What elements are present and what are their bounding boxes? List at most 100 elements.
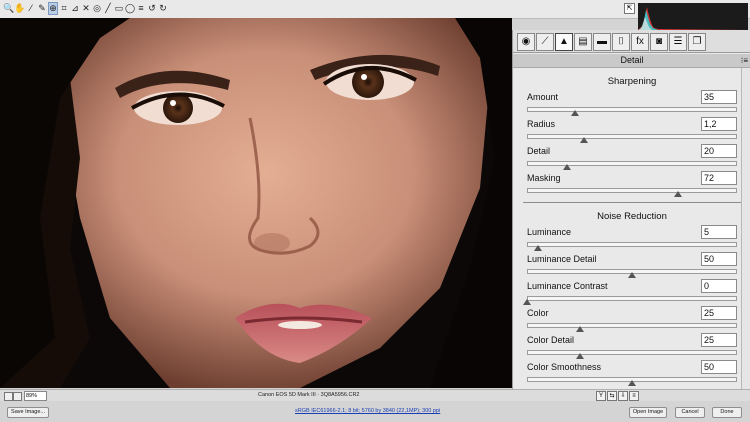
portrait-photo [0, 18, 512, 388]
amount-control: Amount 35 [527, 90, 737, 118]
masking-slider-thumb[interactable] [674, 191, 683, 197]
luminance-contrast-value-field[interactable]: 0 [701, 279, 737, 293]
color-sampler-tool-icon[interactable]: ✎ [37, 2, 47, 15]
tab-tone-curve-icon[interactable]: ⟋ [536, 33, 554, 51]
preferences-icon[interactable]: ≡ [136, 2, 146, 15]
section-divider [523, 202, 741, 203]
radius-slider-thumb[interactable] [579, 137, 588, 143]
panel-tab-strip: ◉ ⟋ ▲ ▤ ▬ ⌷ fx ◙ ☰ ❐ [513, 30, 750, 53]
panel-menu-icon[interactable]: ⁝≡ [741, 54, 748, 67]
color-slider-thumb[interactable] [575, 326, 584, 332]
radius-value-field[interactable]: 1,2 [701, 117, 737, 131]
before-after-icon[interactable]: Y [596, 391, 606, 401]
open-image-button[interactable]: Open Image [629, 407, 667, 418]
save-image-button[interactable]: Save Image... [7, 407, 49, 418]
zoom-tool-icon[interactable]: 🔍 [3, 2, 14, 15]
histogram [638, 3, 748, 30]
panel-title: Detail ⁝≡ [513, 54, 750, 68]
rotate-cw-icon[interactable]: ↻ [158, 2, 168, 15]
color-detail-slider-track[interactable] [527, 350, 737, 355]
color-detail-value-field[interactable]: 25 [701, 333, 737, 347]
color-detail-slider-thumb[interactable] [575, 353, 584, 359]
tab-detail-icon[interactable]: ▲ [555, 33, 573, 51]
zoom-out-icon[interactable] [4, 392, 13, 401]
zoom-in-icon[interactable] [13, 392, 22, 401]
color-slider-track[interactable] [527, 323, 737, 328]
luminance-contrast-control: Luminance Contrast 0 [523, 279, 737, 307]
toggle-settings-icon[interactable]: ≡ [629, 391, 639, 401]
luminance-slider-thumb[interactable] [533, 245, 542, 251]
panel-scrollbar[interactable] [741, 68, 750, 392]
bottom-bar: Save Image... sRGB IEC61966-2.1; 8 bit; … [0, 401, 750, 422]
adjustment-brush-icon[interactable]: ╱ [103, 2, 113, 15]
targeted-adjustment-tool-icon[interactable]: ⊕ [48, 2, 58, 15]
luminance-detail-value-field[interactable]: 50 [701, 252, 737, 266]
white-balance-tool-icon[interactable]: ⁄ [26, 2, 36, 15]
luminance-value-field[interactable]: 5 [701, 225, 737, 239]
color-value-field[interactable]: 25 [701, 306, 737, 320]
luminance-label: Luminance [527, 227, 572, 237]
radius-slider-track[interactable] [527, 134, 737, 139]
color-label: Color [527, 308, 549, 318]
status-bar: 89% Canon EOS 5D Mark III · 3Q8A5956.CR2… [0, 389, 750, 401]
panel-title-text: Detail [620, 55, 644, 65]
hand-tool-icon[interactable]: ✋ [14, 2, 25, 15]
masking-value-field[interactable]: 72 [701, 171, 737, 185]
rotate-ccw-icon[interactable]: ↺ [147, 2, 157, 15]
workflow-options-link[interactable]: sRGB IEC61966-2.1; 8 bit; 5760 by 3840 (… [295, 408, 440, 414]
cancel-button[interactable]: Cancel [675, 407, 705, 418]
color-control: Color 25 [527, 306, 737, 334]
color-smoothness-value-field[interactable]: 50 [701, 360, 737, 374]
radial-filter-icon[interactable]: ◯ [125, 2, 135, 15]
luminance-contrast-slider-thumb[interactable] [523, 299, 531, 305]
color-smoothness-control: Color Smoothness 50 [527, 360, 737, 388]
color-smoothness-label: Color Smoothness [527, 362, 602, 372]
detail-value-field[interactable]: 20 [701, 144, 737, 158]
done-button[interactable]: Done [712, 407, 742, 418]
adjustment-panel: ◉ ⟋ ▲ ▤ ▬ ⌷ fx ◙ ☰ ❐ Detail ⁝≡ Sharpening Amount 3… [512, 30, 750, 392]
tab-presets-icon[interactable]: ☰ [669, 33, 687, 51]
tab-camera-calibration-icon[interactable]: ◙ [650, 33, 668, 51]
color-detail-label: Color Detail [527, 335, 575, 345]
graduated-filter-icon[interactable]: ▭ [114, 2, 124, 15]
detail-slider-track[interactable] [527, 161, 737, 166]
camera-info: Canon EOS 5D Mark III · 3Q8A5956.CR2 [258, 392, 360, 398]
luminance-contrast-slider-track[interactable] [527, 296, 737, 301]
detail-slider-thumb[interactable] [562, 164, 571, 170]
spot-removal-tool-icon[interactable]: ✕ [81, 2, 91, 15]
detail-label: Detail [527, 146, 551, 156]
amount-value-field[interactable]: 35 [701, 90, 737, 104]
tab-hsl-icon[interactable]: ▤ [574, 33, 592, 51]
tab-lens-corrections-icon[interactable]: ⌷ [612, 33, 630, 51]
masking-label: Masking [527, 173, 561, 183]
swap-settings-icon[interactable]: ⇆ [607, 391, 617, 401]
masking-slider-track[interactable] [527, 188, 737, 193]
tab-effects-icon[interactable]: fx [631, 33, 649, 51]
tab-split-toning-icon[interactable]: ▬ [593, 33, 611, 51]
straighten-tool-icon[interactable]: ⊿ [70, 2, 80, 15]
histogram-graph [638, 3, 748, 30]
amount-slider-track[interactable] [527, 107, 737, 112]
sharpening-heading: Sharpening [607, 76, 657, 87]
detail-control: Detail 20 [527, 144, 737, 172]
amount-label: Amount [527, 92, 559, 102]
tab-snapshots-icon[interactable]: ❐ [688, 33, 706, 51]
luminance-slider-track[interactable] [527, 242, 737, 247]
luminance-control: Luminance 5 [527, 225, 737, 253]
color-smoothness-slider-thumb[interactable] [628, 380, 636, 386]
zoom-level[interactable]: 89% [24, 391, 47, 401]
luminance-detail-slider-thumb[interactable] [628, 272, 636, 278]
fullscreen-toggle-icon[interactable]: ⇱ [624, 3, 635, 14]
noise-reduction-heading: Noise Reduction [597, 211, 667, 222]
tab-basic-icon[interactable]: ◉ [517, 33, 535, 51]
amount-slider-thumb[interactable] [571, 110, 580, 116]
crop-tool-icon[interactable]: ⌗ [59, 2, 69, 15]
red-eye-tool-icon[interactable]: ◎ [92, 2, 102, 15]
tool-group: 🔍 ✋ ⁄ ✎ ⊕ ⌗ ⊿ ✕ ◎ ╱ ▭ ◯ ≡ ↺ ↻ [3, 2, 168, 15]
color-detail-control: Color Detail 25 [527, 333, 737, 361]
image-preview[interactable] [0, 18, 512, 388]
copy-settings-icon[interactable]: ⇩ [618, 391, 628, 401]
radius-label: Radius [527, 119, 556, 129]
luminance-detail-control: Luminance Detail 50 [527, 252, 737, 280]
masking-control: Masking 72 [527, 171, 737, 199]
